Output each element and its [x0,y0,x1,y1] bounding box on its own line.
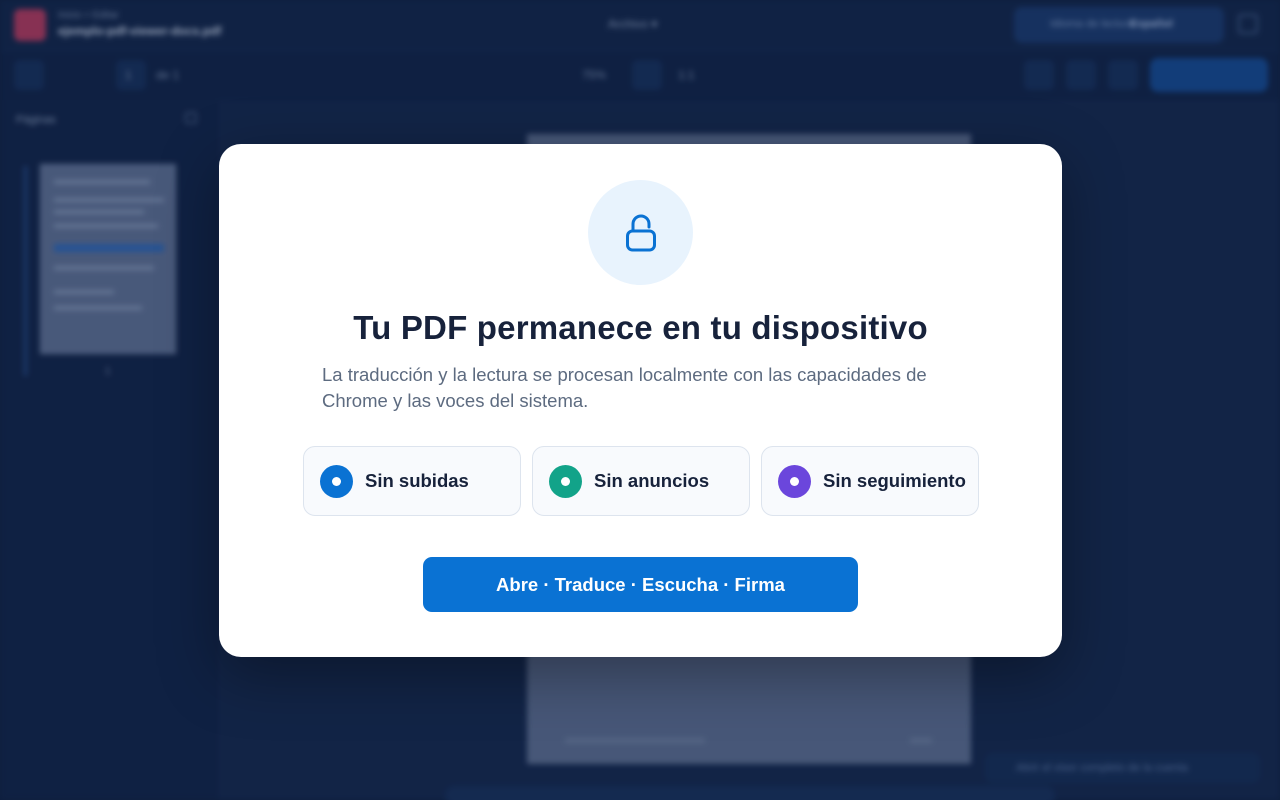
modal-subtitle: La traducción y la lectura se procesan l… [322,364,927,411]
modal-title: Tu PDF permanece en tu dispositivo [353,309,928,346]
feature-dot-icon [549,464,582,498]
feature-dot-icon [778,464,811,498]
feature-no-uploads: Sin subidas [303,446,521,516]
feature-dot-icon [320,464,353,498]
feature-no-tracking: Sin seguimiento [761,446,979,516]
feature-list: Sin subidas Sin anuncios Sin seguimiento [303,446,979,516]
feature-label: Sin anuncios [594,470,710,491]
start-button[interactable]: Abre · Traduce · Escucha · Firma [423,557,858,612]
feature-label: Sin seguimiento [823,470,966,491]
privacy-modal: Tu PDF permanece en tu dispositivo La tr… [219,144,1062,657]
lock-badge [588,180,693,285]
feature-no-ads: Sin anuncios [532,446,750,516]
lock-icon [625,214,656,251]
feature-label: Sin subidas [365,470,469,491]
